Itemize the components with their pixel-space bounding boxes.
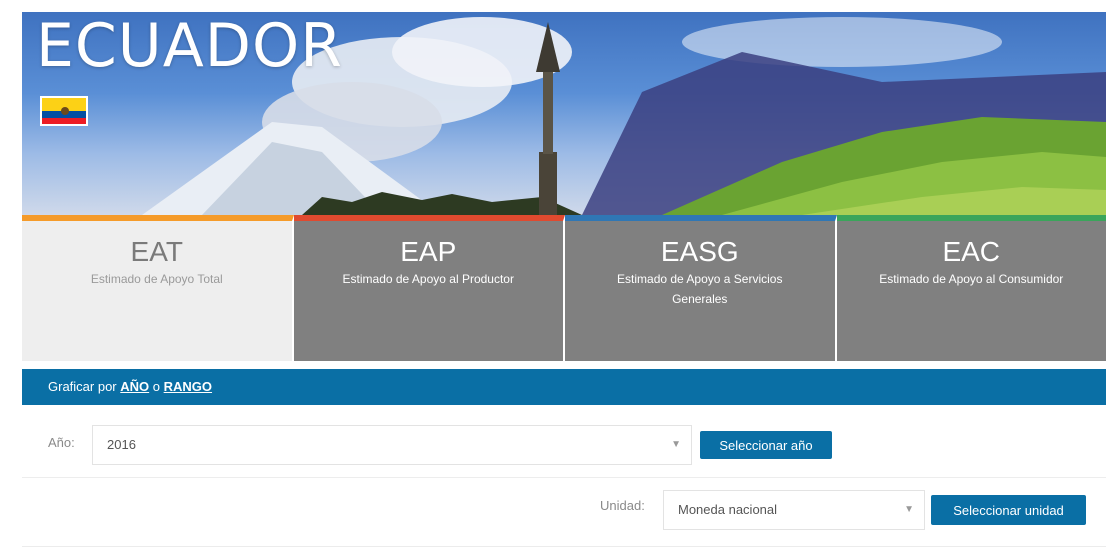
year-select[interactable]: 2016 ▼ xyxy=(92,425,692,465)
chevron-down-icon: ▼ xyxy=(671,439,681,450)
ecuador-flag-icon xyxy=(40,96,88,126)
graph-mode-bar: Graficar por AÑO o RANGO xyxy=(22,369,1106,405)
select-unit-button[interactable]: Seleccionar unidad xyxy=(931,495,1086,525)
tab-eac-title: EAC xyxy=(942,236,1001,267)
chevron-down-icon: ▼ xyxy=(904,504,914,515)
graph-by-year-link[interactable]: AÑO xyxy=(120,379,149,394)
year-select-value: 2016 xyxy=(107,437,136,452)
graph-by-range-link[interactable]: RANGO xyxy=(164,379,212,394)
country-banner: ECUADOR xyxy=(22,12,1106,215)
year-label: Año: xyxy=(48,435,75,450)
tab-eat[interactable]: EAT Estimado de Apoyo Total xyxy=(22,215,294,361)
tab-easg-subtitle: Estimado de Apoyo a Servicios Generales xyxy=(617,272,783,306)
unit-label: Unidad: xyxy=(600,498,645,513)
tab-eap[interactable]: EAP Estimado de Apoyo al Productor xyxy=(293,215,565,361)
graph-mode-connector: o xyxy=(152,379,161,394)
unit-select[interactable]: Moneda nacional ▼ xyxy=(663,490,925,530)
tab-eap-title: EAP xyxy=(400,236,457,267)
country-title: ECUADOR xyxy=(36,12,343,81)
divider xyxy=(22,477,1106,478)
tab-eat-subtitle: Estimado de Apoyo Total xyxy=(90,272,223,286)
unit-select-value: Moneda nacional xyxy=(678,502,778,517)
tab-eat-title: EAT xyxy=(130,236,183,267)
graph-mode-prefix: Graficar por xyxy=(48,379,117,394)
page: ECUADOR EAT Estimado de Apoyo Total EAP … xyxy=(22,0,1106,549)
tab-easg-title: EASG xyxy=(660,236,739,267)
tab-eap-subtitle: Estimado de Apoyo al Productor xyxy=(342,272,514,286)
indicator-tabs: EAT Estimado de Apoyo Total EAP Estimado… xyxy=(22,215,1106,361)
select-year-button[interactable]: Seleccionar año xyxy=(700,431,832,459)
tab-eac-subtitle: Estimado de Apoyo al Consumidor xyxy=(879,272,1064,286)
tab-eac[interactable]: EAC Estimado de Apoyo al Consumidor xyxy=(836,215,1106,361)
tab-easg[interactable]: EASG Estimado de Apoyo a Servicios Gener… xyxy=(565,215,837,361)
year-filter-row: Año: 2016 ▼ Seleccionar año xyxy=(22,423,1106,467)
divider xyxy=(22,546,1106,547)
